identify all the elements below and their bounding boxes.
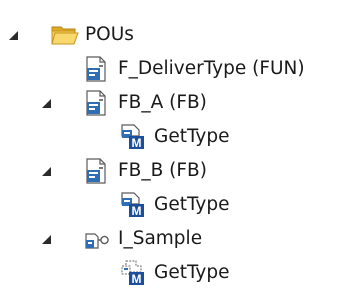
tree-node-i-sample[interactable]: I_Sample — [0, 222, 340, 256]
method-icon: M — [120, 192, 146, 218]
method-icon: M — [120, 124, 146, 150]
svg-text:M: M — [132, 272, 142, 286]
svg-text:M: M — [132, 136, 142, 150]
interface-icon — [84, 226, 110, 252]
folder-open-icon — [51, 21, 79, 47]
tree-node-fb-a[interactable]: FB_A (FB) — [0, 86, 340, 120]
function-pou-icon — [84, 56, 110, 82]
interface-method-icon: M — [120, 260, 146, 286]
tree-node-label: GetType — [154, 194, 230, 215]
tree-node-label: FB_B (FB) — [118, 160, 207, 181]
tree-node-f-delivertype[interactable]: F_DeliverType (FUN) — [0, 52, 340, 86]
expand-chevron-icon[interactable] — [42, 99, 51, 108]
function-block-icon — [84, 90, 110, 116]
tree-node-label: GetType — [154, 262, 230, 283]
tree-node-fb-a-gettype[interactable]: M GetType — [0, 120, 340, 154]
expand-chevron-icon[interactable] — [42, 235, 51, 244]
tree-node-label: POUs — [85, 24, 134, 45]
tree-node-label: FB_A (FB) — [118, 92, 207, 113]
expand-chevron-icon[interactable] — [42, 167, 51, 176]
function-block-icon — [84, 158, 110, 184]
tree-node-fb-b[interactable]: FB_B (FB) — [0, 154, 340, 188]
svg-text:M: M — [132, 204, 142, 218]
tree-node-label: F_DeliverType (FUN) — [118, 58, 305, 79]
tree-node-pous[interactable]: POUs — [0, 18, 340, 52]
tree-node-fb-b-gettype[interactable]: M GetType — [0, 188, 340, 222]
tree-node-i-sample-gettype[interactable]: M GetType — [0, 256, 340, 290]
tree-node-label: GetType — [154, 126, 230, 147]
tree-node-label: I_Sample — [118, 228, 203, 249]
expand-chevron-icon[interactable] — [9, 31, 18, 40]
